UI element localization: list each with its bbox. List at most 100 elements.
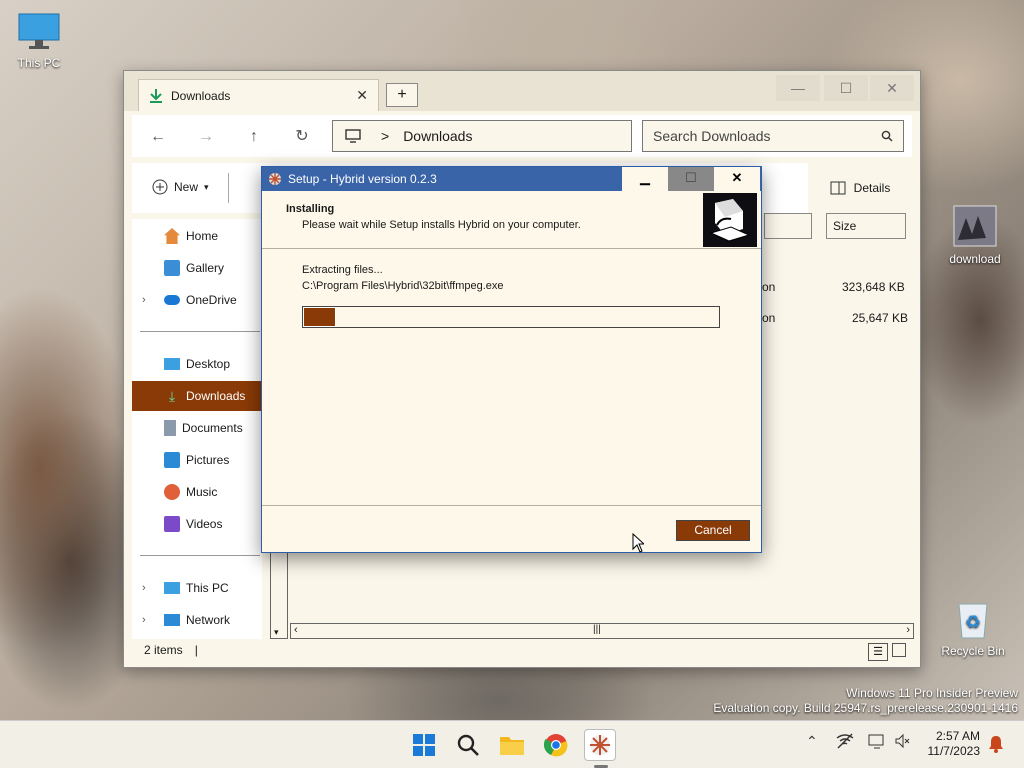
install-progress-bar [302, 306, 720, 328]
svg-text:♻: ♻ [965, 612, 981, 633]
desktop-icon-this-pc[interactable]: This PC [4, 12, 74, 70]
download-icon: ⤓ [168, 388, 176, 404]
file-size-cell: 323,648 KB [842, 280, 905, 294]
details-pane-icon [830, 181, 846, 195]
installer-computer-icon [709, 199, 751, 242]
sidebar-item-onedrive[interactable]: › OneDrive [132, 285, 262, 315]
nav-divider [140, 331, 260, 332]
monitor-icon [345, 129, 361, 143]
chrome-taskbar-button[interactable] [540, 729, 572, 761]
sidebar-item-label: Videos [186, 517, 223, 531]
hybrid-setup-taskbar-button[interactable] [584, 729, 616, 761]
toolbar-divider [228, 173, 229, 203]
cancel-button[interactable]: Cancel [676, 520, 750, 541]
scroll-right-icon[interactable]: › [906, 624, 910, 636]
close-button[interactable]: ✕ [870, 75, 914, 101]
sidebar-item-videos[interactable]: Videos [132, 509, 262, 539]
back-button[interactable]: ← [146, 125, 170, 149]
clock-time: 2:57 AM [935, 729, 980, 743]
breadcrumb-separator: > [381, 128, 390, 144]
search-icon [881, 130, 893, 142]
chevron-right-icon[interactable]: › [142, 582, 146, 594]
hybrid-app-icon [269, 173, 281, 185]
sidebar-item-network[interactable]: › Network [132, 605, 262, 635]
hybrid-app-icon [590, 735, 610, 755]
search-input[interactable]: Search Downloads [642, 120, 904, 152]
close-button[interactable]: ✕ [714, 167, 760, 191]
notification-bell-icon[interactable] [988, 735, 1004, 753]
pictures-icon [164, 452, 180, 468]
item-count: 2 items [144, 643, 183, 657]
sidebar-item-home[interactable]: Home [132, 221, 262, 251]
os-watermark: Windows 11 Pro Insider Preview Evaluatio… [713, 686, 1018, 716]
column-header-size[interactable]: Size [826, 213, 906, 239]
tiles-view-button[interactable] [892, 643, 906, 657]
sidebar-item-gallery[interactable]: Gallery [132, 253, 262, 283]
sidebar-item-documents[interactable]: Documents [132, 413, 262, 443]
new-tab-button[interactable]: + [386, 83, 418, 107]
mouse-cursor-icon [632, 533, 644, 553]
tab-label: Downloads [171, 88, 231, 103]
watermark-line: Evaluation copy. Build 25947.rs_prerelea… [713, 701, 1018, 715]
system-clock[interactable]: 2:57 AM 11/7/2023 [928, 729, 981, 759]
chevron-right-icon[interactable]: › [142, 614, 146, 626]
show-hidden-icons-chevron-icon[interactable]: ⌃ [806, 733, 818, 750]
maximize-button[interactable]: ☐ [824, 75, 868, 101]
horizontal-scrollbar[interactable]: ‹ ||| › [290, 623, 914, 639]
setup-dialog: Setup - Hybrid version 0.2.3 ▁ ☐ ✕ Insta… [261, 166, 762, 553]
nav-scrollbar[interactable]: ▾ [270, 551, 288, 639]
maximize-button[interactable]: ☐ [668, 167, 714, 191]
address-bar[interactable]: > Downloads [332, 120, 632, 152]
sidebar-item-music[interactable]: Music [132, 477, 262, 507]
network-offline-icon[interactable] [836, 733, 854, 749]
file-type-cell: on [762, 311, 776, 325]
desktop-icon-label: This PC [17, 56, 61, 70]
desktop-icon-download[interactable]: download [940, 204, 1010, 266]
list-view-button[interactable]: ☰ [868, 643, 888, 661]
sidebar-item-desktop[interactable]: Desktop [132, 349, 262, 379]
scroll-thumb[interactable]: ||| [593, 624, 601, 635]
monitor-icon [18, 13, 60, 49]
sidebar-item-downloads[interactable]: ⤓ Downloads [132, 381, 262, 411]
tab-downloads[interactable]: Downloads ✕ [138, 79, 379, 111]
search-button[interactable] [452, 729, 484, 761]
breadcrumb[interactable]: Downloads [403, 128, 472, 144]
monitor-icon [164, 582, 180, 594]
volume-muted-icon[interactable] [894, 733, 910, 749]
dialog-header: Installing Please wait while Setup insta… [262, 191, 761, 249]
sidebar-item-pictures[interactable]: Pictures [132, 445, 262, 475]
dialog-title: Setup - Hybrid version 0.2.3 [288, 172, 437, 186]
sidebar-item-label: Desktop [186, 357, 231, 371]
minimize-button[interactable]: — [776, 75, 820, 101]
folder-icon [500, 737, 524, 755]
close-tab-icon[interactable]: ✕ [356, 87, 368, 104]
up-button[interactable]: ↑ [242, 125, 266, 149]
sidebar-item-label: This PC [186, 581, 229, 595]
new-button-label: New [174, 180, 199, 194]
new-button[interactable]: New ▾ [152, 179, 209, 195]
desktop-icon-recycle-bin[interactable]: ♻ Recycle Bin [938, 598, 1008, 658]
column-header-name[interactable] [764, 213, 812, 239]
network-icon [164, 614, 180, 626]
minimize-button[interactable]: ▁ [622, 167, 668, 191]
chevron-right-icon[interactable]: › [142, 294, 146, 306]
recycle-bin-icon: ♻ [958, 603, 988, 639]
chevron-down-icon[interactable]: ▾ [274, 627, 279, 638]
download-icon [150, 88, 162, 103]
file-size-cell: 25,647 KB [852, 311, 909, 325]
page-title: Installing [286, 203, 335, 215]
forward-button[interactable]: → [194, 125, 218, 149]
refresh-button[interactable]: ↻ [290, 125, 314, 149]
watermark-line: Windows 11 Pro Insider Preview [846, 686, 1018, 700]
file-explorer-taskbar-button[interactable] [496, 729, 528, 761]
gallery-icon [164, 260, 180, 276]
scroll-left-icon[interactable]: ‹ [294, 624, 298, 636]
dialog-title-bar[interactable]: Setup - Hybrid version 0.2.3 ▁ ☐ ✕ [262, 167, 761, 191]
details-label: Details [853, 181, 891, 195]
sidebar-item-label: Music [186, 485, 218, 499]
details-button[interactable]: Details [808, 163, 912, 213]
start-button[interactable] [408, 729, 440, 761]
sidebar-item-this-pc[interactable]: › This PC [132, 573, 262, 603]
music-icon [164, 484, 180, 500]
display-icon[interactable] [868, 733, 886, 749]
